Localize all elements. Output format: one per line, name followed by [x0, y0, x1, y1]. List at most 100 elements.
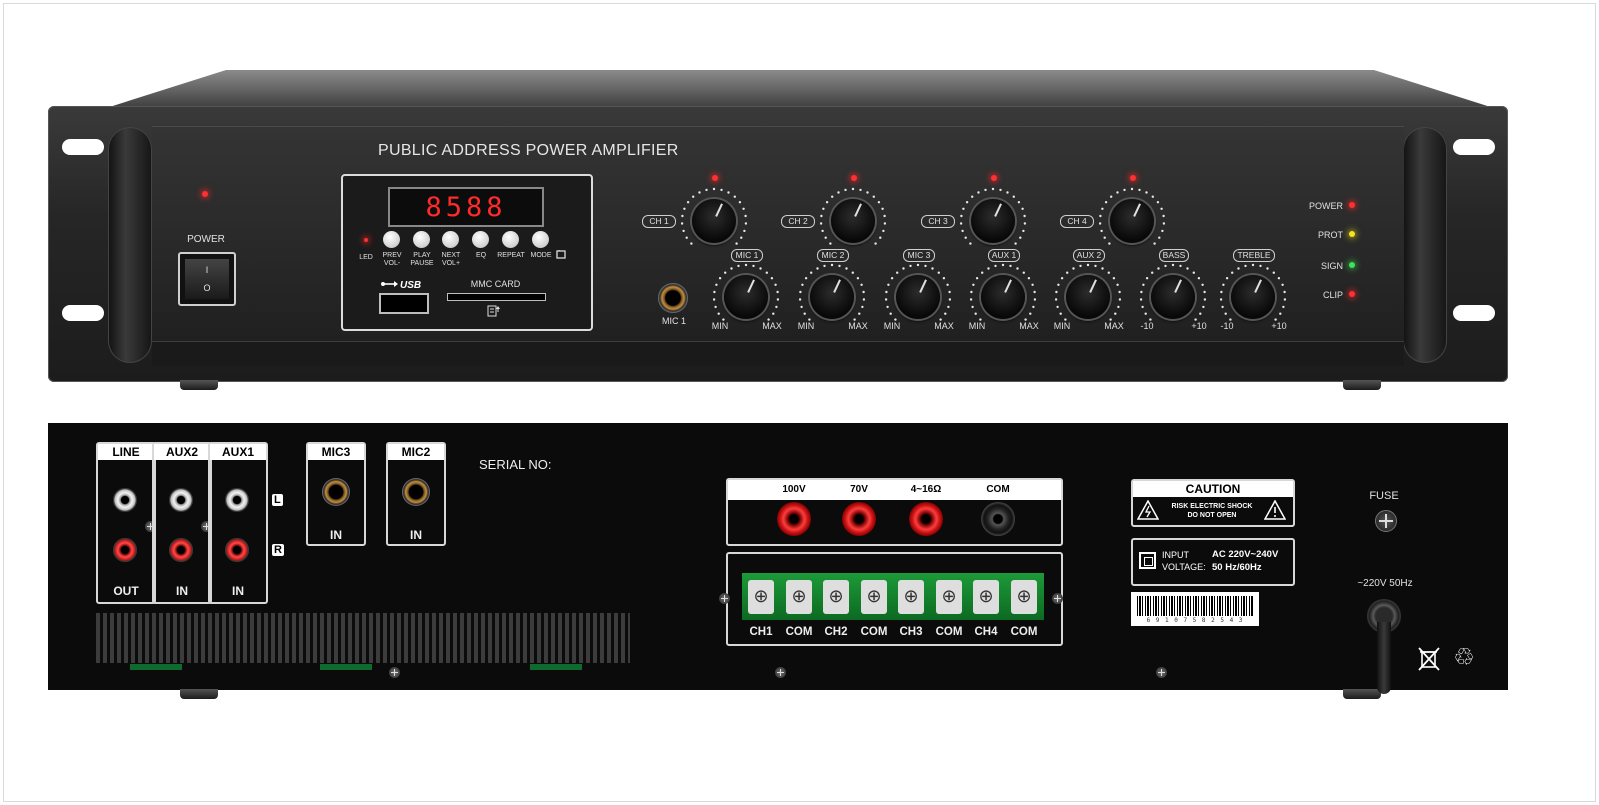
mmc-card-slot[interactable]	[447, 293, 546, 301]
mic-input-direction: IN	[410, 528, 422, 542]
aux2-right-rca[interactable]	[169, 538, 193, 562]
channel-signal-led	[991, 175, 997, 181]
speaker-output-label: 100V	[782, 484, 806, 495]
clip-status-led	[1349, 291, 1355, 297]
mic1-input-jack[interactable]	[658, 283, 688, 313]
input-voltage-value-line-1: AC 220V~240V	[1212, 549, 1279, 560]
input-knob-label: AUX 2	[1073, 249, 1105, 262]
double-insulation-icon	[1139, 552, 1156, 569]
knob-cap	[724, 275, 768, 319]
player-button-eq[interactable]	[472, 231, 489, 248]
aux1-right-rca[interactable]	[225, 538, 249, 562]
knob-min-label: MIN	[883, 321, 901, 331]
foot-rear-left	[180, 689, 218, 699]
amplifier-top-lid	[100, 70, 1500, 110]
channel-4-volume-knob[interactable]	[1097, 186, 1167, 256]
zone-terminal-label: COM	[935, 626, 963, 638]
rear-screw	[719, 593, 730, 604]
rca-group-aux2	[152, 442, 212, 604]
channel-knob-label: CH 3	[921, 215, 955, 228]
barcode-sticker: 6 9 1 0 7 5 8 2 5 4 3	[1131, 592, 1259, 626]
speaker-terminal-1[interactable]	[777, 502, 811, 536]
power-cord	[1377, 622, 1391, 694]
speaker-terminal-4[interactable]	[981, 502, 1015, 536]
switch-on-symbol: I	[205, 265, 209, 275]
zone-terminal-screw[interactable]	[1011, 580, 1037, 614]
channel-1-volume-knob[interactable]	[679, 186, 749, 256]
zone-terminal-screw[interactable]	[786, 580, 812, 614]
knob-max-label: MAX	[934, 321, 954, 331]
rear-screw	[1156, 667, 1167, 678]
rear-screw	[775, 667, 786, 678]
usb-label: USB	[400, 280, 421, 291]
fuse-label: FUSE	[1369, 490, 1399, 502]
player-led	[364, 238, 368, 242]
barcode-bars	[1137, 596, 1253, 616]
input-knob-label: MIC 1	[731, 249, 763, 262]
rack-ear-hole-right	[1453, 139, 1495, 155]
foot-front-left	[180, 380, 218, 390]
channel-knob-label: CH 4	[1060, 215, 1094, 228]
zone-terminal-screw[interactable]	[936, 580, 962, 614]
zone-terminal-screw[interactable]	[748, 580, 774, 614]
zone-terminal-screw[interactable]	[823, 580, 849, 614]
fuse-holder[interactable]	[1375, 510, 1397, 532]
rca-direction-label: IN	[176, 584, 188, 598]
input-knob-label: AUX 1	[988, 249, 1020, 262]
right-channel-label: R	[272, 544, 284, 556]
channel-3-volume-knob[interactable]	[958, 186, 1028, 256]
double-insulation-inner	[1144, 557, 1153, 566]
mic-input-direction: IN	[330, 528, 342, 542]
serial-number-label: SERIAL NO:	[479, 457, 552, 472]
rear-pad	[130, 664, 182, 670]
mic3-jack[interactable]	[322, 478, 350, 506]
faceplate-bottom-strip	[152, 341, 1404, 366]
caution-title: CAUTION	[1185, 482, 1241, 496]
power-status-led	[1349, 202, 1355, 208]
panel-title: PUBLIC ADDRESS POWER AMPLIFIER	[378, 142, 679, 159]
zone-terminal-screw[interactable]	[973, 580, 999, 614]
aux2-left-rca[interactable]	[169, 488, 193, 512]
knob-cap	[810, 275, 854, 319]
power-switch[interactable]: I O	[178, 252, 236, 306]
status-led-label: SIGN	[1320, 261, 1343, 271]
zone-terminal-screw[interactable]	[861, 580, 887, 614]
zone-terminal-label: CH4	[974, 626, 998, 638]
zone-terminal-label: CH3	[899, 626, 923, 638]
input-knob-label: MIC 2	[817, 249, 849, 262]
knob-cap	[981, 275, 1025, 319]
knob-min-label: MIN	[711, 321, 729, 331]
rack-handle-left[interactable]	[108, 127, 152, 363]
usb-slot[interactable]	[379, 293, 429, 314]
rear-screw	[389, 667, 400, 678]
player-button-repeat[interactable]	[502, 231, 519, 248]
rca-group-aux1	[208, 442, 268, 604]
recycle-icon: ♲	[1453, 644, 1475, 671]
mic2-jack[interactable]	[402, 478, 430, 506]
speaker-terminal-3[interactable]	[909, 502, 943, 536]
power-rocker: I O	[185, 259, 229, 299]
rack-ear-hole-left-bottom	[62, 305, 104, 321]
sign-status-led	[1349, 262, 1355, 268]
line-right-rca[interactable]	[113, 538, 137, 562]
knob-min-label: -10	[1140, 321, 1154, 331]
speaker-output-label: COM	[986, 484, 1010, 495]
player-button-mode[interactable]	[532, 231, 549, 248]
knob-cap	[971, 199, 1015, 243]
aux1-left-rca[interactable]	[225, 488, 249, 512]
rear-screw	[1052, 593, 1063, 604]
line-left-rca[interactable]	[113, 488, 137, 512]
player-button-next[interactable]	[442, 231, 459, 248]
input-voltage-value-line-2: 50 Hz/60Hz	[1212, 562, 1262, 573]
speaker-terminal-2[interactable]	[842, 502, 876, 536]
knob-cap	[831, 199, 875, 243]
channel-2-volume-knob[interactable]	[818, 186, 888, 256]
player-button-play[interactable]	[413, 231, 430, 248]
knob-max-label: MAX	[848, 321, 868, 331]
rack-handle-right[interactable]	[1403, 127, 1447, 363]
knob-max-label: +10	[1271, 321, 1287, 331]
zone-terminal-screw[interactable]	[898, 580, 924, 614]
player-button-prev[interactable]	[383, 231, 400, 248]
speaker-output-label: 4~16Ω	[910, 484, 942, 495]
mains-voltage-label: ~220V 50Hz	[1357, 578, 1413, 589]
